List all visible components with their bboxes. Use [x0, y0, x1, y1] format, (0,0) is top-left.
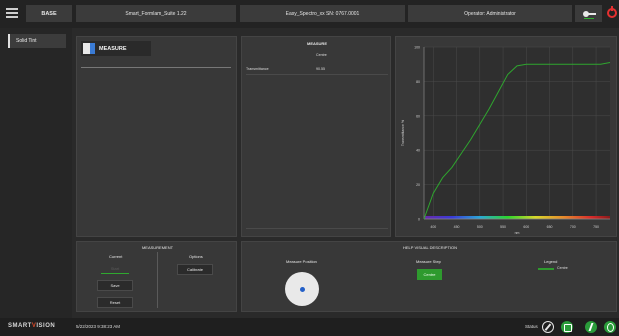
sidebar-item-solid-tint[interactable]: Solid Tint: [8, 34, 66, 48]
save-button[interactable]: Save: [97, 280, 133, 291]
x-tick-label: 750: [593, 225, 599, 229]
start-button-label: Start: [110, 265, 120, 271]
suite-version-label: Smart_Formlam_Suite 1.22: [76, 5, 236, 22]
start-progress-bar: [101, 272, 129, 275]
legend-label: Legend: [544, 259, 558, 264]
sidebar: Solid Tint: [0, 28, 72, 318]
x-tick-label: 650: [547, 225, 553, 229]
top-bar: BASE Smart_Formlam_Suite 1.22 Easy_Spect…: [0, 0, 619, 28]
operator-label: Operator: Administrator: [408, 5, 572, 22]
lens-position-disk: [285, 272, 319, 306]
spectrum-strip: [424, 216, 610, 219]
y-tick-label: 20: [416, 183, 420, 187]
key-status-indicator: [584, 17, 594, 19]
sidebar-item-label: Solid Tint: [16, 38, 37, 44]
device-serial-label: Easy_Spectro_xx SN: 0767.0001: [240, 5, 405, 22]
results-table-title: MEASURE: [306, 41, 327, 46]
measure-button-label: MEASURE: [99, 45, 127, 52]
results-row-value: 90.55: [316, 67, 325, 71]
help-title: HELP VISUAL DESCRIPTION: [402, 245, 457, 250]
power-icon[interactable]: [607, 6, 617, 18]
measure-step-centre-button[interactable]: Centre: [417, 269, 442, 280]
results-table-panel: MEASURE Centre Transmittance 90.55: [241, 36, 391, 237]
reset-button[interactable]: Reset: [97, 297, 133, 308]
measure-position-label: Measure Position: [286, 259, 317, 264]
divider: [157, 252, 158, 308]
measure-icon: [83, 43, 95, 54]
options-label: Options: [189, 254, 203, 259]
legend-swatch: [538, 268, 554, 270]
x-tick-label: 450: [454, 225, 460, 229]
brand-logo: SMARTVISION: [8, 323, 56, 329]
y-axis-label: Transmittance %: [401, 120, 405, 146]
x-tick-label: 600: [523, 225, 529, 229]
measure-panel: MEASURE: [76, 36, 237, 237]
results-column-header: Centre: [316, 53, 327, 57]
results-row-label: Transmittance: [246, 67, 269, 71]
measurement-controls-panel: MEASUREMENT Current Options Start Save R…: [76, 241, 237, 312]
y-tick-label: 80: [416, 80, 420, 84]
y-tick-label: 60: [416, 114, 420, 118]
datetime-label: 5/22/2023 9:38:23 AM: [76, 324, 121, 329]
compass-icon[interactable]: [542, 321, 554, 333]
database-icon[interactable]: [561, 321, 573, 333]
y-tick-label: 40: [416, 149, 420, 153]
x-axis-label: nm: [515, 231, 520, 235]
start-button[interactable]: Start: [97, 264, 133, 276]
key-icon: [582, 10, 596, 17]
measure-point-marker: [299, 286, 305, 292]
x-tick-label: 550: [500, 225, 506, 229]
measurement-title: MEASUREMENT: [141, 245, 174, 250]
measure-step-label: Measure Step: [416, 259, 441, 264]
help-visual-panel: HELP VISUAL DESCRIPTION Measure Position…: [241, 241, 617, 312]
status-label: Status: [525, 324, 538, 329]
transmittance-chart: 0 20 40 60 80 100 400 450 500 550 600 650 700 750 Tran…: [401, 46, 611, 235]
divider: [246, 228, 388, 229]
calibrate-button[interactable]: Calibrate: [177, 264, 213, 275]
current-label: Current: [109, 254, 123, 259]
base-label: BASE: [26, 5, 72, 22]
flash-icon[interactable]: [585, 321, 597, 333]
status-bar: SMARTVISION 5/22/2023 9:38:23 AM Status: [0, 318, 619, 336]
measure-button[interactable]: MEASURE: [81, 41, 151, 56]
y-tick-label: 100: [414, 46, 420, 50]
legend-item-label: Centre: [557, 266, 568, 270]
plot-area: [424, 47, 610, 219]
divider: [81, 67, 231, 68]
transmittance-chart-panel: 0 20 40 60 80 100 400 450 500 550 600 650 700 750 Tran…: [395, 36, 617, 237]
y-tick-label: 0: [418, 218, 420, 222]
x-tick-label: 500: [477, 225, 483, 229]
connection-status-icon[interactable]: [604, 321, 616, 333]
menu-icon[interactable]: [6, 8, 18, 18]
x-tick-label: 400: [430, 225, 436, 229]
divider: [246, 74, 388, 75]
login-key-button[interactable]: [575, 5, 602, 22]
x-tick-label: 700: [570, 225, 576, 229]
